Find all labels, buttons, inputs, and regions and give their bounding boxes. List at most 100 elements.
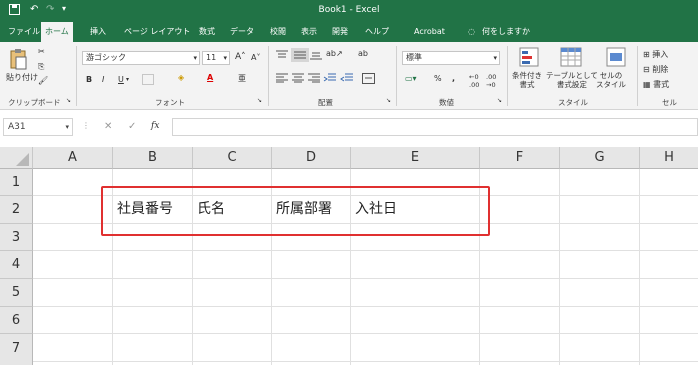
number-group-label: 数値 [439, 98, 454, 107]
ribbon: 貼り付け ✂ ⎘ 🖌 クリップボード ↘ 游ゴシック ▾ 11 ▾ A˄ A˅ B … [0, 42, 698, 110]
cell-styles-icon[interactable] [606, 47, 626, 67]
align-center-icon[interactable] [291, 73, 305, 83]
comma-button[interactable]: , [452, 74, 455, 83]
select-all-button[interactable] [0, 147, 33, 169]
highlight-box [101, 186, 490, 236]
name-box[interactable]: A31 ▾ [3, 118, 73, 136]
decrease-decimal-icon[interactable]: .00 →0 [486, 73, 496, 89]
delete-cells-button[interactable]: ⊟ 削除 [643, 64, 668, 75]
column-header-d[interactable]: D [272, 147, 351, 169]
font-size-value: 11 [206, 53, 217, 62]
align-bottom-icon[interactable] [309, 50, 323, 60]
row-header-6[interactable]: 6 [0, 307, 33, 334]
conditional-formatting-button[interactable]: 条件付き 書式 [512, 71, 542, 89]
decrease-font-button[interactable]: A˅ [251, 53, 260, 62]
font-group-label: フォント [155, 98, 185, 107]
alignment-launcher-icon[interactable]: ↘ [386, 97, 391, 104]
bold-button[interactable]: B [86, 75, 92, 84]
conditional-formatting-icon[interactable] [519, 47, 539, 67]
increase-decimal-icon[interactable]: ←0.00 [469, 73, 479, 89]
row-header-2[interactable]: 2 [0, 196, 33, 224]
font-launcher-icon[interactable]: ↘ [257, 97, 262, 104]
delete-label: 削除 [652, 65, 669, 74]
copy-icon[interactable]: ⎘ [38, 62, 44, 72]
column-header-b[interactable]: B [113, 147, 193, 169]
lightbulb-icon: ◌ [468, 27, 475, 36]
formula-bar: A31 ▾ ⋮ ✕ ✓ fx [0, 110, 698, 147]
window-title: Book1 - Excel [318, 5, 380, 15]
chevron-down-icon: ▾ [493, 54, 497, 62]
underline-button[interactable]: U [118, 75, 124, 84]
cell-styles-button[interactable]: セルの スタイル [596, 71, 626, 89]
delete-icon: ⊟ [643, 65, 653, 74]
accounting-format-icon[interactable]: ▭▾ [405, 74, 417, 83]
italic-button[interactable]: I [102, 75, 104, 84]
ribbon-tabs: ファイル ホーム 挿入 ページ レイアウト 数式 データ 校閲 表示 開発 ヘル… [0, 22, 698, 42]
format-as-table-icon[interactable] [560, 47, 582, 67]
row-header-5[interactable]: 5 [0, 279, 33, 307]
column-header-h[interactable]: H [640, 147, 698, 169]
tab-home[interactable]: ホーム [41, 22, 73, 42]
row-header-3[interactable]: 3 [0, 224, 33, 251]
increase-font-button[interactable]: A˄ [235, 52, 246, 62]
column-header-e[interactable]: E [351, 147, 480, 169]
row-header-1[interactable]: 1 [0, 169, 33, 196]
alignment-group-label: 配置 [318, 98, 333, 107]
paste-icon[interactable] [8, 48, 28, 70]
align-right-icon[interactable] [307, 73, 321, 83]
styles-group-label: スタイル [558, 98, 588, 107]
row-header-4[interactable]: 4 [0, 251, 33, 279]
column-header-g[interactable]: G [560, 147, 640, 169]
number-format-dropdown[interactable]: 標準 ▾ [402, 51, 500, 65]
tab-acrobat[interactable]: Acrobat [410, 22, 449, 42]
column-header-c[interactable]: C [193, 147, 272, 169]
increase-indent-icon[interactable] [340, 73, 354, 83]
tab-developer[interactable]: 開発 [328, 22, 352, 42]
format-as-table-button[interactable]: テーブルとして 書式設定 [546, 71, 598, 89]
align-left-icon[interactable] [275, 73, 289, 83]
number-launcher-icon[interactable]: ↘ [497, 97, 502, 104]
fill-color-icon[interactable]: ◈ [178, 73, 184, 82]
tab-page-layout[interactable]: ページ レイアウト [120, 22, 194, 42]
font-name-dropdown[interactable]: 游ゴシック ▾ [82, 51, 200, 65]
tab-help[interactable]: ヘルプ [361, 22, 393, 42]
percent-button[interactable]: % [434, 74, 442, 83]
decrease-indent-icon[interactable] [323, 73, 337, 83]
column-header-a[interactable]: A [33, 147, 113, 169]
tab-file[interactable]: ファイル [4, 22, 44, 42]
row-header-7[interactable]: 7 [0, 334, 33, 365]
tab-insert[interactable]: 挿入 [86, 22, 110, 42]
insert-cells-button[interactable]: ⊞ 挿入 [643, 49, 668, 60]
format-icon: ▦ [643, 80, 654, 89]
borders-icon[interactable] [142, 74, 154, 85]
font-size-dropdown[interactable]: 11 ▾ [202, 51, 230, 65]
orientation-icon[interactable]: ab↗ [326, 49, 343, 58]
insert-function-button[interactable]: fx [151, 121, 159, 131]
cancel-icon[interactable]: ✕ [104, 121, 112, 132]
chevron-down-icon: ▾ [223, 54, 227, 62]
cells-group-label: セル [662, 98, 677, 107]
format-painter-icon[interactable]: 🖌 [38, 76, 48, 85]
merge-center-icon[interactable] [362, 73, 376, 84]
clipboard-launcher-icon[interactable]: ↘ [66, 97, 71, 104]
chevron-down-icon: ▾ [65, 123, 69, 131]
tab-review[interactable]: 校閲 [266, 22, 290, 42]
font-color-icon[interactable]: A [207, 73, 213, 82]
chevron-down-icon[interactable]: ▾ [126, 76, 129, 83]
tab-view[interactable]: 表示 [297, 22, 321, 42]
paste-button[interactable]: 貼り付け [6, 72, 38, 83]
more-icon: ⋮ [82, 121, 90, 130]
formula-input[interactable] [172, 118, 698, 136]
tell-me-search[interactable]: 何をしますか [478, 22, 534, 42]
align-middle-icon[interactable] [291, 48, 309, 62]
enter-icon[interactable]: ✓ [128, 121, 136, 132]
wrap-text-icon[interactable]: ab [358, 49, 368, 58]
cut-icon[interactable]: ✂ [38, 47, 45, 56]
tab-data[interactable]: データ [226, 22, 258, 42]
tab-formulas[interactable]: 数式 [195, 22, 219, 42]
align-top-icon[interactable] [275, 50, 289, 60]
phonetic-icon[interactable]: 亜 [238, 73, 246, 84]
title-bar: ↶ ↷ ▾ Book1 - Excel [0, 0, 698, 22]
column-header-f[interactable]: F [480, 147, 560, 169]
format-cells-button[interactable]: ▦ 書式 [643, 79, 669, 90]
